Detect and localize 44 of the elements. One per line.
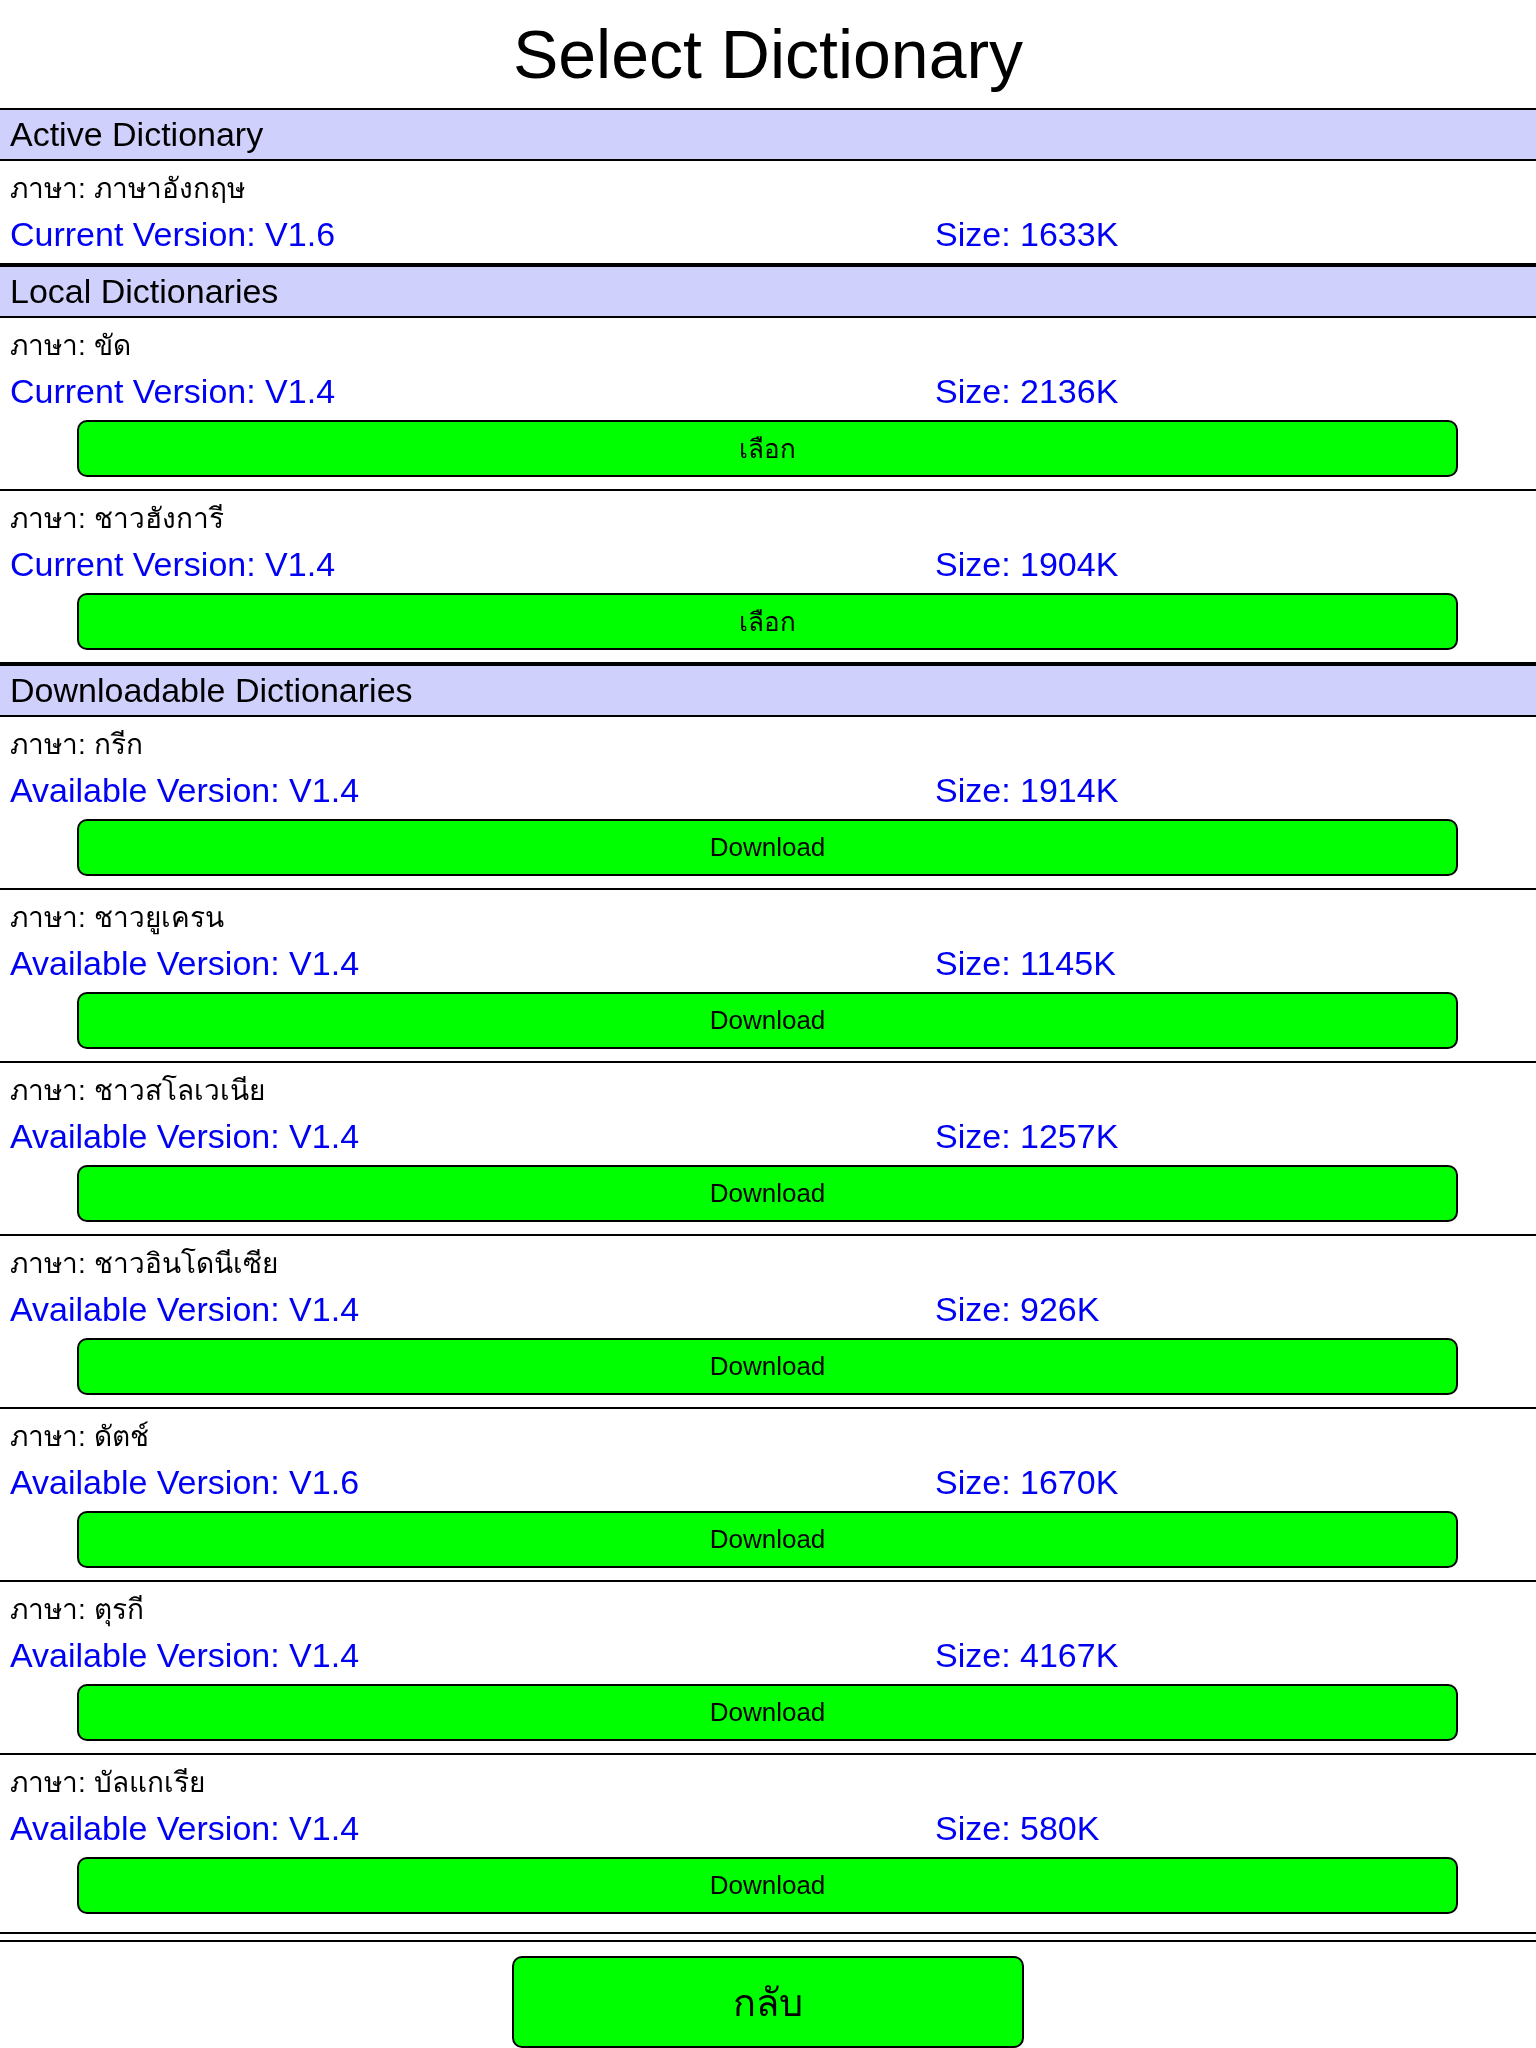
version-label: Available Version: V1.4	[9, 943, 361, 983]
size-label: Size: 4167K	[935, 1635, 1119, 1675]
dictionary-button[interactable]: Download	[77, 1511, 1458, 1568]
language-label: ภาษา: กรีก	[9, 728, 144, 762]
language-label: ภาษา: ชาวฮังการี	[9, 502, 225, 536]
size-label: Size: 2136K	[935, 371, 1119, 411]
size-label: Size: 1670K	[935, 1462, 1119, 1502]
version-label: Available Version: V1.6	[9, 1462, 361, 1502]
dictionary-button[interactable]: Download	[77, 1338, 1458, 1395]
size-label: Size: 580K	[935, 1808, 1100, 1848]
version-label: Available Version: V1.4	[9, 1116, 361, 1156]
language-label: ภาษา: ชาวยูเครน	[9, 901, 225, 937]
back-button[interactable]: กลับ	[512, 1956, 1024, 2048]
size-label: Size: 1145K	[935, 943, 1116, 983]
section-header: Local Dictionaries	[0, 265, 1536, 318]
language-label: ภาษา: ตุรกี	[9, 1593, 145, 1629]
version-label: Current Version: V1.6	[9, 214, 337, 254]
language-label: ภาษา: ชาวสโลเวเนีย	[9, 1074, 266, 1108]
dictionary-button[interactable]: Download	[77, 992, 1458, 1049]
version-label: Current Version: V1.4	[9, 371, 337, 411]
section-header: Active Dictionary	[0, 108, 1536, 161]
version-label: Available Version: V1.4	[9, 770, 361, 810]
dictionary-button[interactable]: เลือก	[77, 593, 1458, 650]
dictionary-button[interactable]: Download	[77, 1165, 1458, 1222]
language-label: ภาษา: บัลแกเรีย	[9, 1766, 206, 1800]
size-label: Size: 1633K	[935, 214, 1119, 254]
dictionary-button[interactable]: เลือก	[77, 420, 1458, 477]
section-header: Downloadable Dictionaries	[0, 664, 1536, 717]
language-label: ภาษา: ดัตช์	[9, 1420, 150, 1454]
version-label: Available Version: V1.4	[9, 1808, 361, 1848]
page-title: Select Dictionary	[511, 15, 1025, 94]
size-label: Size: 1257K	[935, 1116, 1119, 1156]
language-label: ภาษา: ขัด	[9, 329, 132, 363]
dictionary-button[interactable]: Download	[77, 1684, 1458, 1741]
size-label: Size: 1914K	[935, 770, 1119, 810]
version-label: Current Version: V1.4	[9, 544, 337, 584]
language-label: ภาษา: ชาวอินโดนีเซีย	[9, 1247, 279, 1281]
version-label: Available Version: V1.4	[9, 1289, 361, 1329]
dictionary-button[interactable]: Download	[77, 1857, 1458, 1914]
language-label: ภาษา: ภาษาอังกฤษ	[9, 172, 246, 206]
dictionary-button[interactable]: Download	[77, 819, 1458, 876]
size-label: Size: 926K	[935, 1289, 1100, 1329]
version-label: Available Version: V1.4	[9, 1635, 361, 1675]
size-label: Size: 1904K	[935, 544, 1119, 584]
